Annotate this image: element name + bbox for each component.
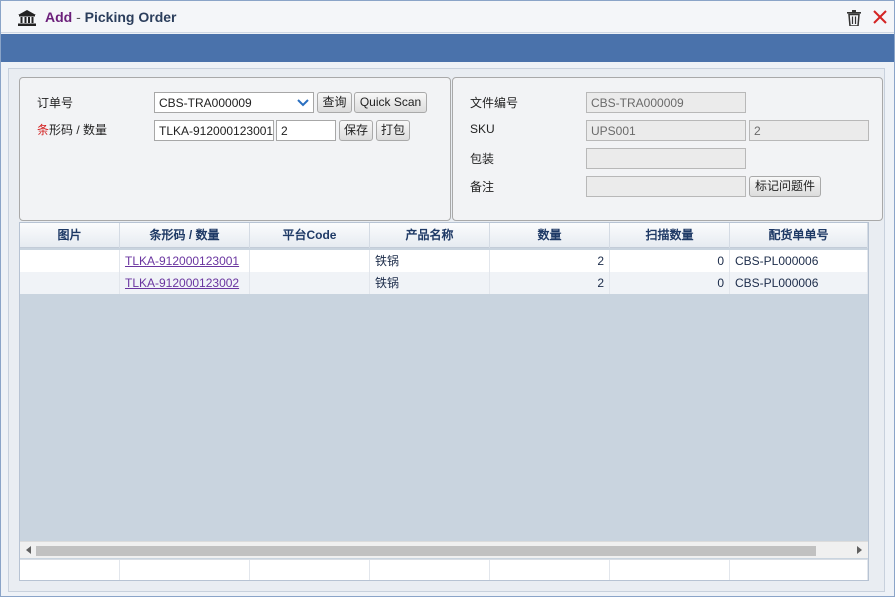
barcode-link[interactable]: TLKA-912000123002 [125,276,239,290]
title-main: Picking Order [84,9,177,25]
cell-qty: 2 [490,272,610,294]
col-header-platform-code[interactable]: 平台Code [250,223,370,248]
scroll-left-icon[interactable] [23,544,35,556]
table-row[interactable]: TLKA-912000123002 铁锅 2 0 CBS-PL000006 [20,272,868,294]
cell-barcode: TLKA-912000123002 [120,272,250,294]
sku-label: SKU [470,122,495,136]
chevron-down-icon[interactable] [293,93,313,112]
cell-barcode: TLKA-912000123001 [120,250,250,272]
order-select-value: CBS-TRA000009 [159,96,252,110]
footer-cell [610,560,730,580]
barcode-link[interactable]: TLKA-912000123001 [125,254,239,268]
title-bar: Add - Picking Order [1,1,894,33]
mark-issue-button[interactable]: 标记问题件 [749,176,821,197]
cell-picking-no: CBS-PL000006 [730,250,868,272]
pack-button[interactable]: 打包 [376,120,410,141]
doc-no-field: CBS-TRA000009 [586,92,746,113]
cell-scanned: 0 [610,250,730,272]
col-header-qty[interactable]: 数量 [490,223,610,248]
title-add: Add [45,9,73,25]
header-band [1,34,894,62]
order-select[interactable]: CBS-TRA000009 [154,92,314,113]
col-header-product-name[interactable]: 产品名称 [370,223,490,248]
horizontal-scrollbar[interactable] [20,541,868,558]
save-button[interactable]: 保存 [339,120,373,141]
cell-product-name: 铁锅 [370,272,490,294]
cell-qty: 2 [490,250,610,272]
footer-cell [120,560,250,580]
sku-qty-field: 2 [749,120,869,141]
scrollbar-thumb[interactable] [36,546,816,556]
barcode-qty-label: 条形码 / 数量 [37,121,107,138]
footer-cell [250,560,370,580]
pack-field [586,148,746,169]
footer-cell [490,560,610,580]
footer-cell [20,560,120,580]
quick-scan-button[interactable]: Quick Scan [354,92,427,113]
cell-image [20,250,120,272]
cell-image [20,272,120,294]
col-header-image[interactable]: 图片 [20,223,120,248]
scan-form-panel: 订单号 CBS-TRA000009 查询 Quick Scan 条形码 / 数量… [19,77,451,221]
barcode-label-rest: 形码 / 数量 [49,123,108,137]
doc-no-label: 文件编号 [470,96,519,110]
cell-picking-no: CBS-PL000006 [730,272,868,294]
cell-product-name: 铁锅 [370,250,490,272]
grid-header: 图片 条形码 / 数量 平台Code 产品名称 数量 扫描数量 配货单单号 [20,223,868,248]
table-row[interactable]: TLKA-912000123001 铁锅 2 0 CBS-PL000006 [20,250,868,272]
footer-cell [370,560,490,580]
trash-icon[interactable] [847,10,861,26]
note-field [586,176,746,197]
col-header-barcode[interactable]: 条形码 / 数量 [120,223,250,248]
dialog-title: Add - Picking Order [45,9,176,25]
title-separator: - [76,9,81,25]
scroll-right-icon[interactable] [853,544,865,556]
barcode-label-required: 条 [37,123,50,137]
cell-platform-code [250,250,370,272]
barcode-input[interactable]: TLKA-912000123001 [154,120,274,141]
qty-input[interactable]: 2 [276,120,336,141]
query-button[interactable]: 查询 [317,92,352,113]
note-label: 备注 [470,180,495,194]
grid-footer-row [20,559,868,580]
pack-label: 包装 [470,152,495,166]
cell-platform-code [250,272,370,294]
sku-field: UPS001 [586,120,746,141]
col-header-scanned[interactable]: 扫描数量 [610,223,730,248]
footer-cell [730,560,868,580]
bank-icon [18,10,36,26]
info-panel: 文件编号 CBS-TRA000009 SKU UPS001 2 包装 备注 标记… [452,77,883,221]
close-icon[interactable] [873,10,887,24]
order-label: 订单号 [37,96,74,110]
cell-scanned: 0 [610,272,730,294]
items-grid: 图片 条形码 / 数量 平台Code 产品名称 数量 扫描数量 配货单单号 TL… [19,222,869,581]
col-header-picking-no[interactable]: 配货单单号 [730,223,868,248]
